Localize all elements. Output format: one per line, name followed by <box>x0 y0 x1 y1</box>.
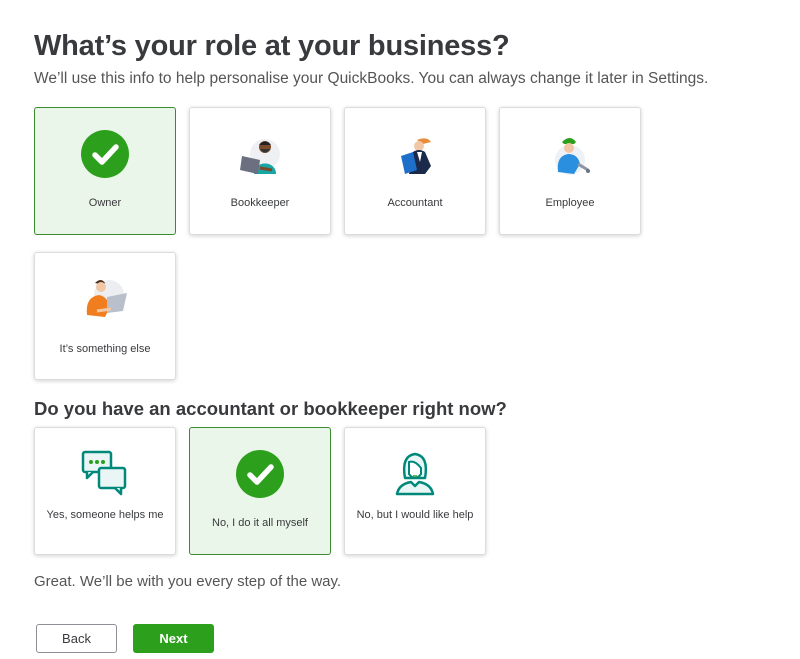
page-subtitle: We’ll use this info to help personalise … <box>34 70 709 87</box>
option-card-do-it-myself[interactable]: No, I do it all myself <box>189 427 331 555</box>
something-else-illustration <box>86 280 127 317</box>
page-title: What’s your role at your business? <box>34 30 510 62</box>
role-card-owner[interactable]: Owner <box>34 107 176 235</box>
role-card-bookkeeper[interactable]: Bookkeeper <box>189 107 331 235</box>
role-label: It’s something else <box>59 343 151 355</box>
back-button[interactable]: Back <box>36 624 117 653</box>
bookkeeper-illustration <box>240 139 280 174</box>
option-label: No, but I would like help <box>356 509 474 521</box>
option-card-would-like-help[interactable]: No, but I would like help <box>344 427 486 555</box>
accountant-illustration <box>401 138 431 174</box>
chat-bubbles-icon <box>81 450 127 496</box>
role-card-employee[interactable]: Employee <box>499 107 641 235</box>
option-label: No, I do it all myself <box>212 517 308 529</box>
role-label: Employee <box>545 197 595 209</box>
accountant-question-heading: Do you have an accountant or bookkeeper … <box>34 398 507 419</box>
option-card-yes-someone-helps[interactable]: Yes, someone helps me <box>34 427 176 555</box>
next-button[interactable]: Next <box>133 624 214 653</box>
role-card-something-else[interactable]: It’s something else <box>34 252 176 380</box>
employee-illustration <box>555 138 590 175</box>
role-label: Bookkeeper <box>230 197 290 209</box>
feedback-message: Great. We’ll be with you every step of t… <box>34 573 342 590</box>
check-icon <box>81 130 129 178</box>
role-card-accountant[interactable]: Accountant <box>344 107 486 235</box>
option-label: Yes, someone helps me <box>46 509 164 521</box>
role-label: Accountant <box>387 197 443 209</box>
role-label: Owner <box>88 197 122 209</box>
person-outline-icon <box>395 452 435 496</box>
check-icon <box>236 450 284 498</box>
